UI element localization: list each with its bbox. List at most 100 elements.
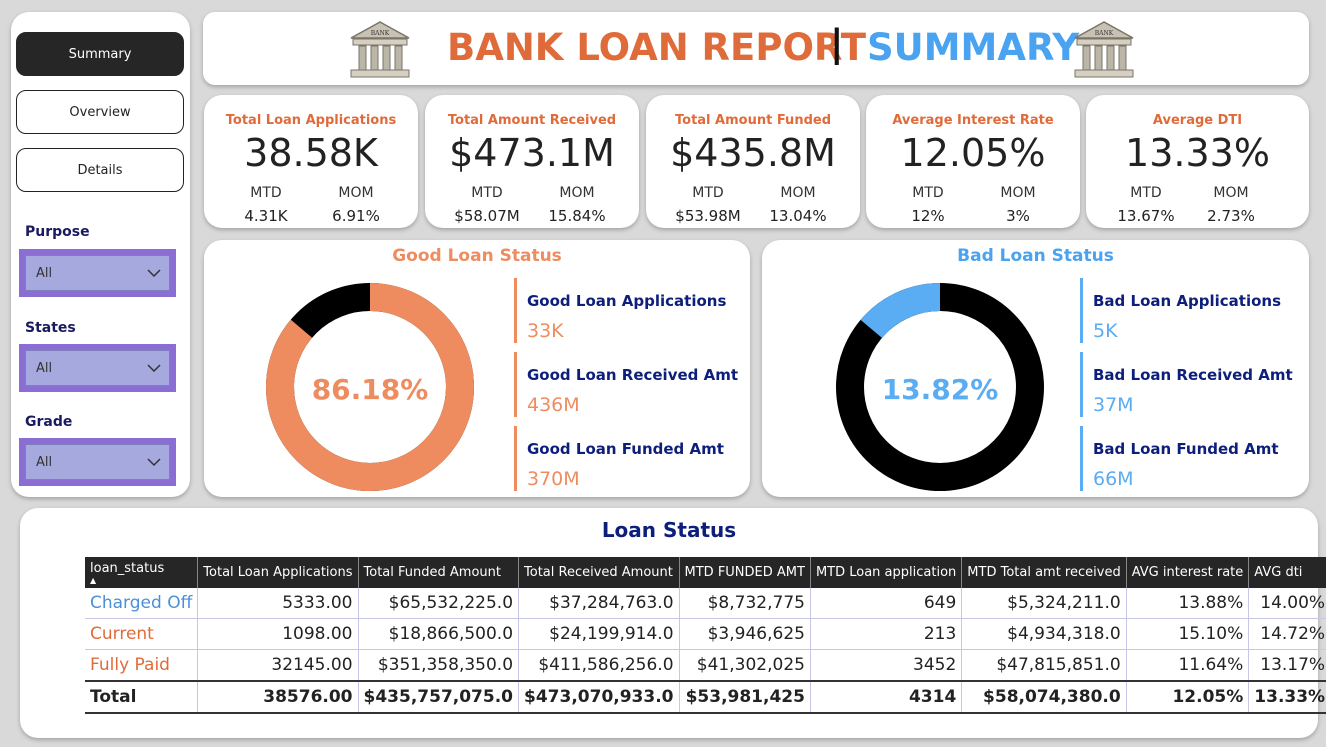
good-loan-panel: Good Loan Status 86.18% Good Loan Applic…: [204, 240, 750, 497]
table-header-row: loan_status ▲ Total Loan Applications Tot…: [85, 557, 1326, 588]
kpi-mtd-value: 4.31K: [244, 207, 288, 225]
bad-loan-donut[interactable]: 13.82%: [832, 279, 1048, 495]
nav-summary-button[interactable]: Summary: [16, 32, 184, 76]
cell-loan-status: Total: [85, 680, 199, 714]
report-header: BANK BANK LOAN REPORT | SUMMARY BANK: [203, 12, 1309, 85]
cell-loan-status: Charged Off: [85, 588, 199, 619]
kpi-total-amount-received: Total Amount Received $473.1M MTD MOM $5…: [425, 95, 639, 228]
good-loan-funded: Good Loan Funded Amt 370M: [514, 426, 754, 491]
table-cell: 649: [810, 588, 963, 619]
table-cell: $53,981,425: [679, 680, 811, 714]
svg-text:BANK: BANK: [371, 30, 390, 37]
good-loan-title: Good Loan Status: [392, 246, 562, 266]
table-row[interactable]: Fully Paid 32145.00 $351,358,350.0 $411,586…: [85, 649, 1326, 682]
stat-label: Good Loan Applications: [527, 292, 727, 310]
kpi-mom-label: MOM: [1213, 185, 1249, 201]
filter-purpose-dropdown[interactable]: All: [19, 249, 176, 297]
stat-value: 37M: [1093, 394, 1134, 416]
stat-label: Bad Loan Applications: [1093, 292, 1282, 310]
chevron-down-icon: [147, 269, 161, 277]
kpi-mtd-value: $58.07M: [454, 207, 520, 225]
loan-status-title: Loan Status: [601, 518, 737, 542]
table-cell: 38576.00: [197, 680, 359, 714]
title-separator: |: [830, 22, 844, 65]
sort-ascending-icon[interactable]: ▲: [90, 577, 192, 585]
stat-value: 436M: [527, 394, 580, 416]
kpi-value: $473.1M: [449, 131, 615, 175]
good-loan-applications: Good Loan Applications 33K: [514, 278, 754, 343]
svg-text:BANK: BANK: [1095, 30, 1114, 37]
stat-value: 33K: [527, 320, 564, 342]
table-cell: $5,324,211.0: [961, 588, 1127, 619]
kpi-mtd-value: $53.98M: [675, 207, 741, 225]
kpi-mom-value: 15.84%: [548, 207, 606, 225]
column-header[interactable]: MTD Total amt received: [961, 557, 1127, 588]
column-header[interactable]: MTD Loan application: [810, 557, 963, 588]
filter-states-dropdown[interactable]: All: [19, 344, 176, 392]
table-cell: 12.05%: [1126, 680, 1250, 714]
table-cell: $47,815,851.0: [961, 649, 1127, 682]
table-cell: 5333.00: [197, 588, 359, 619]
page-title: SUMMARY: [867, 26, 1080, 69]
table-cell: $18,866,500.0: [358, 618, 520, 650]
good-loan-donut[interactable]: 86.18%: [262, 279, 478, 495]
stat-label: Good Loan Received Amt: [527, 366, 739, 384]
kpi-value: 13.33%: [1125, 131, 1270, 175]
kpi-title: Average DTI: [1152, 113, 1243, 128]
table-cell: 13.33%: [1248, 680, 1326, 714]
kpi-mom-value: 2.73%: [1207, 207, 1255, 225]
sidebar: Summary Overview Details Purpose All Sta…: [11, 12, 190, 497]
filter-grade-label: Grade: [25, 414, 73, 430]
kpi-mom-value: 6.91%: [332, 207, 380, 225]
nav-details-button[interactable]: Details: [16, 148, 184, 192]
table-cell: $411,586,256.0: [518, 649, 680, 682]
bank-icon: BANK: [1074, 21, 1134, 78]
kpi-average-dti: Average DTI 13.33% MTD MOM 13.67% 2.73%: [1086, 95, 1309, 228]
table-row[interactable]: Current 1098.00 $18,866,500.0 $24,199,914.0…: [85, 618, 1326, 650]
bank-icon: BANK: [350, 21, 410, 78]
column-header-loan-status[interactable]: loan_status ▲: [85, 557, 199, 588]
table-cell: 13.17%: [1248, 649, 1326, 682]
table-cell: $435,757,075.0: [358, 680, 520, 714]
kpi-mtd-value: 12%: [911, 207, 945, 225]
cell-loan-status: Current: [85, 618, 199, 650]
table-cell: $65,532,225.0: [358, 588, 520, 619]
table-cell: 13.88%: [1126, 588, 1250, 619]
kpi-total-amount-funded: Total Amount Funded $435.8M MTD MOM $53.…: [646, 95, 860, 228]
table-cell: $24,199,914.0: [518, 618, 680, 650]
column-header[interactable]: AVG interest rate: [1126, 557, 1250, 588]
bad-loan-title: Bad Loan Status: [957, 246, 1114, 266]
good-loan-percent: 86.18%: [312, 373, 429, 406]
table-cell: $58,074,380.0: [961, 680, 1127, 714]
good-loan-received: Good Loan Received Amt 436M: [514, 352, 754, 417]
loan-status-table: loan_status ▲ Total Loan Applications Tot…: [85, 557, 1326, 714]
table-cell: $37,284,763.0: [518, 588, 680, 619]
column-header[interactable]: Total Funded Amount: [358, 557, 520, 588]
kpi-value: 38.58K: [244, 131, 378, 175]
table-row[interactable]: Charged Off 5333.00 $65,532,225.0 $37,284,7…: [85, 588, 1326, 619]
column-header[interactable]: MTD FUNDED AMT: [679, 557, 811, 588]
column-header[interactable]: Total Loan Applications: [197, 557, 359, 588]
column-header[interactable]: AVG dti: [1248, 557, 1326, 588]
stat-label: Bad Loan Funded Amt: [1093, 440, 1279, 458]
column-header[interactable]: Total Received Amount: [518, 557, 680, 588]
chevron-down-icon: [147, 458, 161, 466]
filter-purpose-value: All: [36, 265, 53, 281]
table-cell: 32145.00: [197, 649, 359, 682]
table-cell: $8,732,775: [679, 588, 811, 619]
kpi-mom-value: 3%: [1006, 207, 1030, 225]
kpi-mtd-label: MTD: [250, 185, 282, 201]
kpi-mtd-label: MTD: [692, 185, 724, 201]
kpi-mom-label: MOM: [338, 185, 374, 201]
table-cell: $351,358,350.0: [358, 649, 520, 682]
bad-loan-funded: Bad Loan Funded Amt 66M: [1080, 426, 1320, 491]
nav-overview-button[interactable]: Overview: [16, 90, 184, 134]
filter-grade-dropdown[interactable]: All: [19, 438, 176, 486]
kpi-title: Total Amount Received: [447, 113, 617, 128]
table-cell: $473,070,933.0: [518, 680, 680, 714]
kpi-value: $435.8M: [670, 131, 836, 175]
table-total-row[interactable]: Total 38576.00 $435,757,075.0 $473,070,933.…: [85, 680, 1326, 714]
stat-label: Good Loan Funded Amt: [527, 440, 724, 458]
table-cell: 11.64%: [1126, 649, 1250, 682]
kpi-mom-label: MOM: [559, 185, 595, 201]
